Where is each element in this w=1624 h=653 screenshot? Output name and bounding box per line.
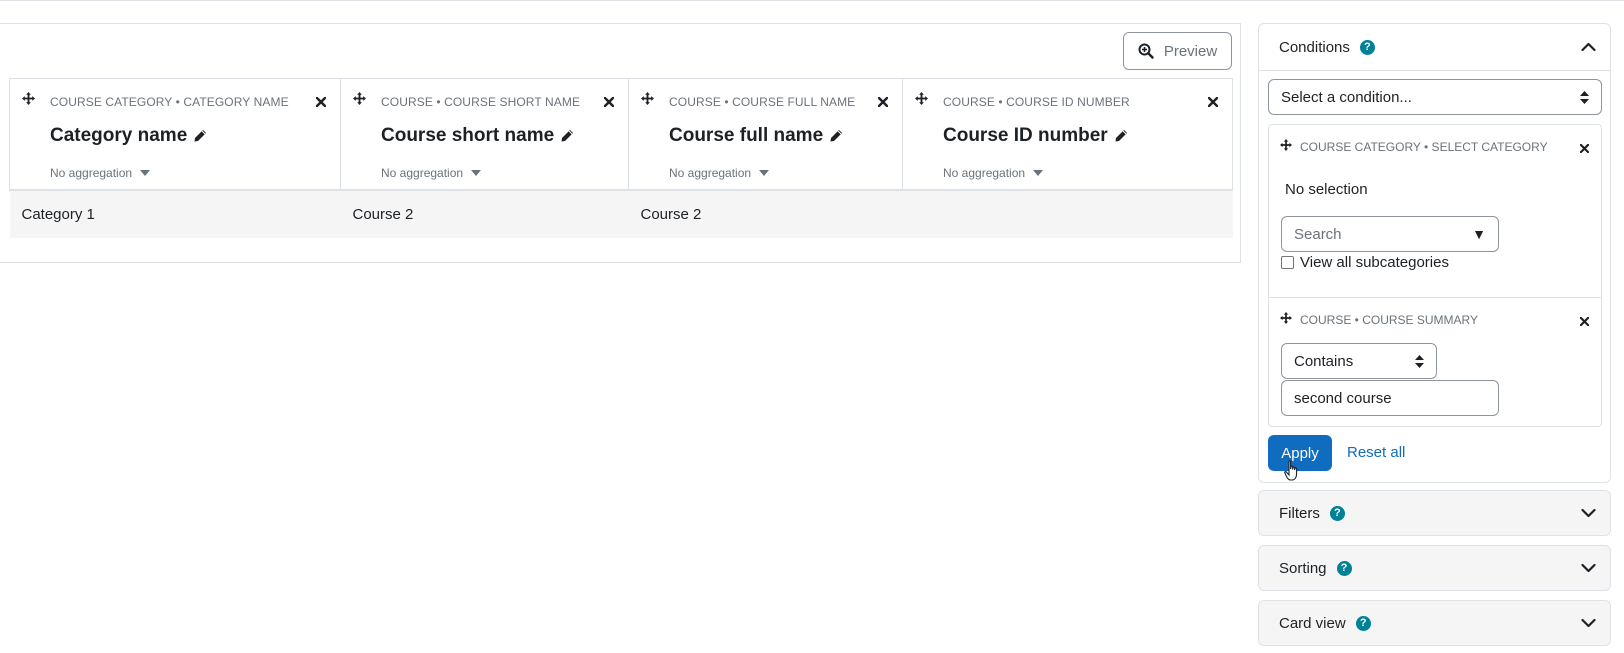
caret-down-icon [1033, 170, 1044, 176]
aggregation-label: No aggregation [381, 166, 464, 180]
card-view-panel: Card view ? [1258, 600, 1611, 646]
table-header-row: COURSE CATEGORY • CATEGORY NAME Category… [9, 78, 1233, 191]
column-title[interactable]: Course short name [381, 125, 574, 147]
column-source-path: COURSE CATEGORY • CATEGORY NAME [50, 95, 289, 109]
aggregation-dropdown[interactable]: No aggregation [943, 166, 1044, 180]
move-icon[interactable] [641, 92, 654, 110]
pencil-icon[interactable] [193, 129, 207, 143]
operator-select[interactable]: Contains [1281, 343, 1437, 379]
column-title-text: Category name [50, 125, 188, 146]
condition-source-path: COURSE • COURSE SUMMARY [1300, 313, 1479, 327]
conditions-panel: Conditions ? Select a condition... COURS… [1258, 23, 1611, 483]
select-arrows-icon [1580, 91, 1589, 104]
filters-header[interactable]: Filters ? [1259, 491, 1610, 535]
table-cell [902, 189, 1233, 238]
move-icon[interactable] [1280, 138, 1292, 156]
remove-column-icon[interactable] [315, 94, 327, 112]
aggregation-label: No aggregation [943, 166, 1026, 180]
table-cell: Course 2 [628, 189, 903, 238]
move-icon[interactable] [915, 92, 928, 110]
caret-down-icon [471, 170, 482, 176]
aggregation-label: No aggregation [50, 166, 133, 180]
column-source-path: COURSE • COURSE SHORT NAME [381, 95, 581, 109]
help-icon[interactable]: ? [1359, 39, 1375, 55]
remove-condition-icon[interactable] [1579, 313, 1590, 331]
column-header: COURSE CATEGORY • CATEGORY NAME Category… [9, 78, 341, 191]
card-view-title: Card view [1279, 614, 1346, 632]
help-icon[interactable]: ? [1329, 505, 1345, 521]
select-arrows-icon [1415, 355, 1424, 368]
column-title[interactable]: Category name [50, 125, 207, 147]
condition-item: COURSE • COURSE SUMMARY Contains second … [1269, 297, 1601, 426]
top-divider [0, 0, 1624, 1]
column-source-path: COURSE • COURSE FULL NAME [669, 95, 856, 109]
table-cell: Category 1 [9, 189, 341, 238]
zoom-in-icon [1138, 43, 1154, 59]
caret-down-icon [759, 170, 770, 176]
move-icon[interactable] [22, 92, 35, 110]
view-subcategories-checkbox[interactable] [1281, 256, 1294, 269]
condition-source-path: COURSE CATEGORY • SELECT CATEGORY [1300, 140, 1548, 154]
search-placeholder: Search [1294, 225, 1342, 243]
triangle-down-icon: ▼ [1472, 226, 1486, 242]
pencil-icon[interactable] [829, 129, 843, 143]
condition-select[interactable]: Select a condition... [1268, 79, 1602, 115]
help-icon[interactable]: ? [1336, 560, 1352, 576]
conditions-list: COURSE CATEGORY • SELECT CATEGORY No sel… [1268, 124, 1602, 427]
column-source-path: COURSE • COURSE ID NUMBER [943, 95, 1130, 109]
chevron-up-icon[interactable] [1581, 39, 1596, 56]
move-icon[interactable] [353, 92, 366, 110]
filters-title: Filters [1279, 504, 1320, 522]
condition-item: COURSE CATEGORY • SELECT CATEGORY No sel… [1269, 125, 1601, 297]
move-icon[interactable] [1280, 311, 1292, 329]
aggregation-label: No aggregation [669, 166, 752, 180]
checkbox-label: View all subcategories [1300, 254, 1449, 271]
condition-select-value: Select a condition... [1281, 88, 1412, 106]
operator-value: Contains [1294, 352, 1354, 370]
hand-pointer-icon [1284, 460, 1298, 481]
table-row: Category 1 Course 2 Course 2 [9, 189, 1233, 238]
category-search-input[interactable]: Search ▼ [1281, 216, 1499, 252]
preview-label: Preview [1163, 42, 1218, 60]
condition-value-input[interactable]: second course [1281, 380, 1499, 416]
column-header: COURSE • COURSE SHORT NAME Course short … [340, 78, 629, 191]
column-title[interactable]: Course ID number [943, 125, 1128, 147]
column-title[interactable]: Course full name [669, 125, 843, 147]
view-subcategories-option[interactable]: View all subcategories [1281, 254, 1449, 271]
reset-all-link[interactable]: Reset all [1347, 444, 1405, 461]
selection-status: No selection [1285, 181, 1368, 198]
aggregation-dropdown[interactable]: No aggregation [381, 166, 482, 180]
chevron-down-icon[interactable] [1581, 560, 1596, 577]
help-icon[interactable]: ? [1355, 615, 1371, 631]
column-title-text: Course ID number [943, 125, 1108, 146]
chevron-down-icon[interactable] [1581, 505, 1596, 522]
column-header: COURSE • COURSE FULL NAME Course full na… [628, 78, 903, 191]
sorting-title: Sorting [1279, 559, 1327, 577]
remove-column-icon[interactable] [603, 94, 615, 112]
report-table: COURSE CATEGORY • CATEGORY NAME Category… [9, 78, 1233, 238]
sorting-panel: Sorting ? [1258, 545, 1611, 591]
aggregation-dropdown[interactable]: No aggregation [669, 166, 770, 180]
column-header: COURSE • COURSE ID NUMBER Course ID numb… [902, 78, 1233, 191]
table-cell: Course 2 [340, 189, 629, 238]
caret-down-icon [140, 170, 151, 176]
remove-column-icon[interactable] [1207, 94, 1219, 112]
remove-column-icon[interactable] [877, 94, 889, 112]
report-editor: Preview COURSE CATEGORY • CATEGORY NAME … [0, 23, 1241, 263]
sorting-header[interactable]: Sorting ? [1259, 546, 1610, 590]
remove-condition-icon[interactable] [1579, 140, 1590, 158]
column-title-text: Course short name [381, 125, 555, 146]
aggregation-dropdown[interactable]: No aggregation [50, 166, 151, 180]
condition-value-text: second course [1294, 389, 1392, 407]
conditions-header[interactable]: Conditions ? [1259, 24, 1610, 71]
pencil-icon[interactable] [560, 129, 574, 143]
conditions-title: Conditions [1279, 38, 1350, 56]
filters-panel: Filters ? [1258, 490, 1611, 536]
chevron-down-icon[interactable] [1581, 615, 1596, 632]
preview-button[interactable]: Preview [1123, 32, 1232, 70]
card-view-header[interactable]: Card view ? [1259, 601, 1610, 645]
pencil-icon[interactable] [1114, 129, 1128, 143]
column-title-text: Course full name [669, 125, 824, 146]
